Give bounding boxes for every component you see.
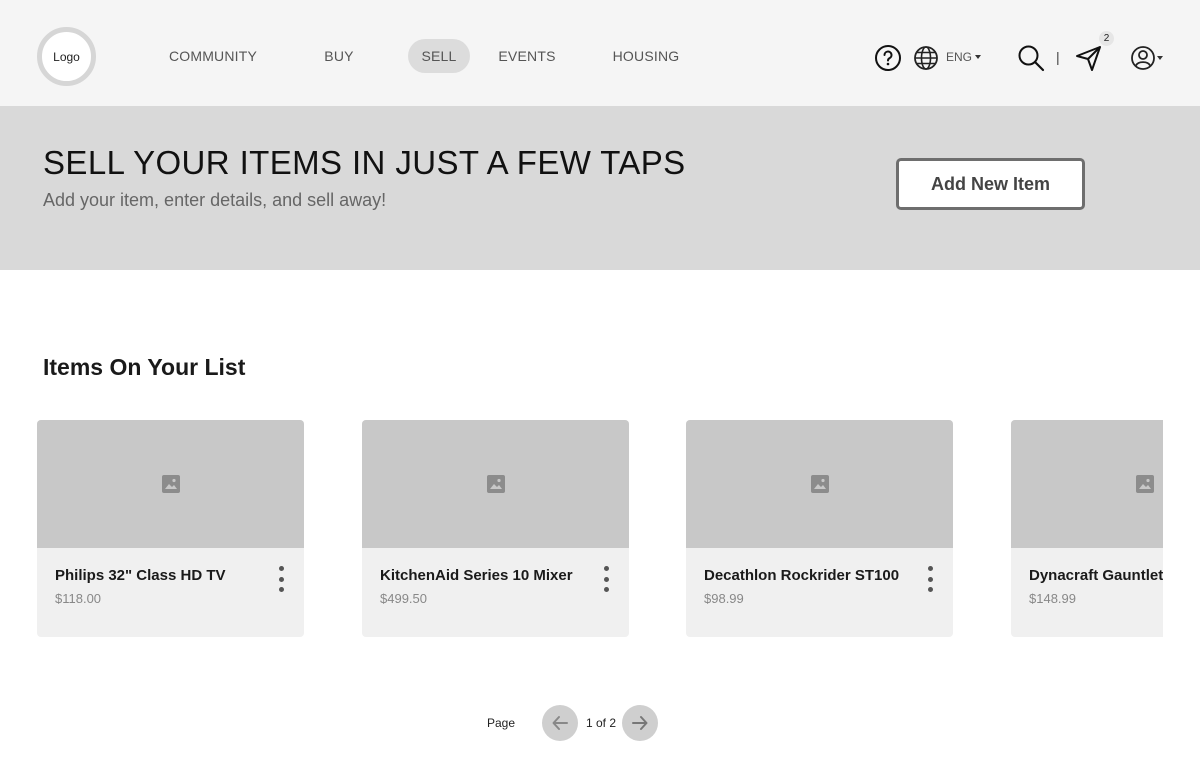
items-carousel: Philips 32" Class HD TV $118.00 KitchenA… (37, 420, 1163, 638)
item-price: $148.99 (1029, 591, 1076, 606)
logo-text: Logo (53, 49, 80, 64)
header-divider: | (1056, 49, 1060, 65)
nav-buy[interactable]: BUY (318, 39, 360, 73)
user-icon (1131, 46, 1155, 70)
arrow-left-icon (552, 716, 568, 730)
previous-page-button[interactable] (542, 705, 578, 741)
image-icon (810, 475, 829, 493)
item-title: KitchenAid Series 10 Mixer (380, 567, 573, 584)
messages-badge: 2 (1099, 31, 1114, 46)
item-card[interactable]: Dynacraft Gauntlet $148.99 (1011, 420, 1163, 637)
item-card[interactable]: Philips 32" Class HD TV $118.00 (37, 420, 304, 637)
image-icon (1135, 475, 1154, 493)
image-icon (486, 475, 505, 493)
item-title: Decathlon Rockrider ST100 (704, 567, 900, 584)
page-subtitle: Add your item, enter details, and sell a… (43, 190, 387, 210)
user-menu[interactable] (1130, 45, 1164, 71)
nav-housing[interactable]: HOUSING (609, 39, 683, 73)
top-navigation-bar: Logo COMMUNITY BUY SELL EVENTS HOUSING E… (0, 0, 1200, 106)
chevron-down-icon (1157, 56, 1163, 60)
next-page-button[interactable] (622, 705, 658, 741)
more-options-icon[interactable] (924, 566, 936, 592)
item-title: Philips 32" Class HD TV (55, 567, 226, 584)
page-indicator: 1 of 2 (586, 716, 617, 730)
more-options-icon[interactable] (275, 566, 287, 592)
logo[interactable]: Logo (37, 27, 96, 86)
item-image-placeholder (686, 420, 953, 548)
pagination-label: Page (487, 716, 516, 730)
item-image-placeholder (37, 420, 304, 548)
page-title: SELL YOUR ITEMS IN JUST A FEW TAPS (43, 144, 686, 181)
arrow-right-icon (632, 716, 648, 730)
search-icon[interactable] (1017, 44, 1045, 72)
send-icon[interactable] (1075, 44, 1103, 72)
item-image-placeholder (1011, 420, 1163, 548)
section-title: Items On Your List (43, 354, 246, 380)
item-price: $499.50 (380, 591, 427, 606)
item-card[interactable]: Decathlon Rockrider ST100 $98.99 (686, 420, 953, 637)
item-title: Dynacraft Gauntlet (1029, 567, 1163, 584)
more-options-icon[interactable] (600, 566, 612, 592)
item-price: $98.99 (704, 591, 744, 606)
image-icon (161, 475, 180, 493)
help-icon[interactable] (874, 44, 902, 72)
nav-sell[interactable]: SELL (408, 39, 470, 73)
item-image-placeholder (362, 420, 629, 548)
language-selector[interactable]: ENG (946, 50, 982, 64)
item-card[interactable]: KitchenAid Series 10 Mixer $499.50 (362, 420, 629, 637)
item-price: $118.00 (55, 591, 102, 606)
add-new-item-button[interactable]: Add New Item (896, 158, 1085, 210)
nav-events[interactable]: EVENTS (495, 39, 559, 73)
chevron-down-icon (975, 55, 982, 59)
nav-community[interactable]: COMMUNITY (165, 39, 261, 73)
hero-banner: SELL YOUR ITEMS IN JUST A FEW TAPS Add y… (0, 106, 1200, 270)
language-label: ENG (946, 50, 973, 64)
globe-icon[interactable] (913, 45, 939, 71)
